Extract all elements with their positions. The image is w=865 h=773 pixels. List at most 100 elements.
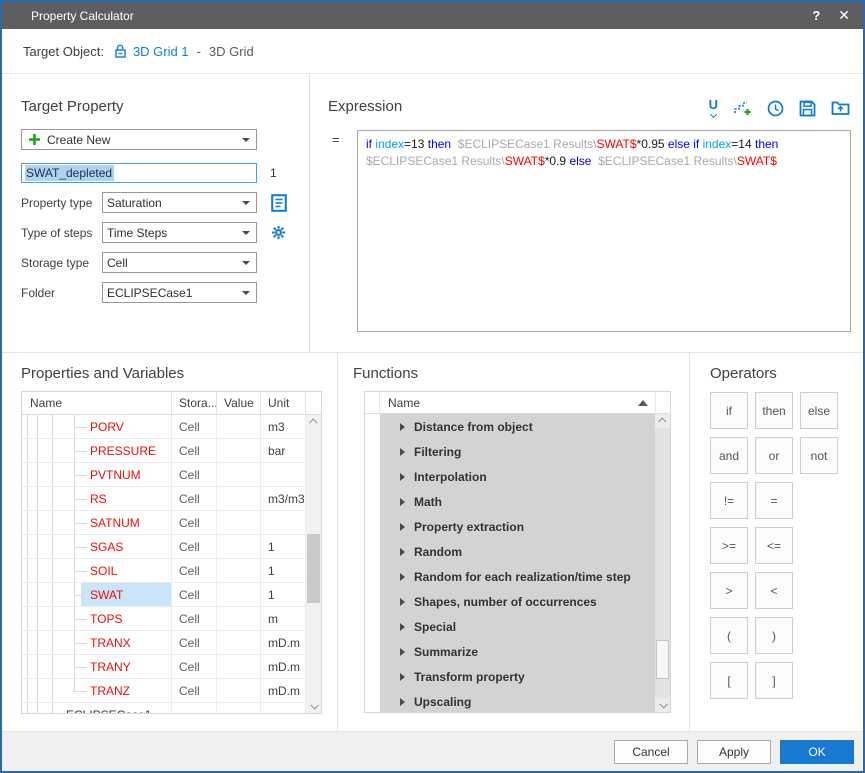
- close-button[interactable]: ✕: [838, 7, 850, 24]
- operator-button-][interactable]: ]: [755, 662, 793, 699]
- operator-button-)[interactable]: ): [755, 617, 793, 654]
- function-category-transform-property[interactable]: Transform property: [380, 664, 655, 689]
- property-type-label: Property type: [21, 196, 102, 210]
- function-category-special[interactable]: Special: [380, 614, 655, 639]
- properties-scrollbar[interactable]: [306, 415, 321, 713]
- operator-button-or[interactable]: or: [755, 437, 793, 474]
- property-row-pvtnum[interactable]: PVTNUMCell: [22, 463, 306, 487]
- target-object-name-link[interactable]: 3D Grid 1: [133, 44, 189, 59]
- target-object-bar: Target Object: 3D Grid 1 - 3D Grid: [2, 29, 863, 74]
- operator-button-[[interactable]: [: [710, 662, 748, 699]
- property-row-sgas[interactable]: SGASCell1: [22, 535, 306, 559]
- folder-value: ECLIPSECase1: [107, 286, 192, 300]
- functions-heading: Functions: [353, 365, 689, 382]
- save-icon[interactable]: [799, 100, 816, 117]
- function-category-label: Distance from object: [414, 420, 533, 434]
- operator-button->=[interactable]: >=: [710, 527, 748, 564]
- function-category-upscaling[interactable]: Upscaling: [380, 689, 655, 712]
- operator-button-<=[interactable]: <=: [755, 527, 793, 564]
- apply-button[interactable]: Apply: [697, 740, 771, 764]
- operator-button-if[interactable]: if: [710, 392, 748, 429]
- property-row-tranx[interactable]: TRANXCellmD.m: [22, 631, 306, 655]
- property-row-soil[interactable]: SOILCell1: [22, 559, 306, 583]
- function-category-filtering[interactable]: Filtering: [380, 439, 655, 464]
- gear-icon[interactable]: [271, 225, 286, 240]
- property-row-pressure[interactable]: PRESSURECellbar: [22, 439, 306, 463]
- function-category-random[interactable]: Random: [380, 539, 655, 564]
- operators-panel: Operators ifthenelseandornot!==>=<=><()[…: [690, 353, 863, 731]
- operator-button->[interactable]: >: [710, 572, 748, 609]
- open-folder-icon[interactable]: [831, 100, 850, 116]
- unlock-icon[interactable]: [114, 44, 127, 58]
- properties-scrollbar-thumb[interactable]: [307, 534, 320, 603]
- function-category-math[interactable]: Math: [380, 489, 655, 514]
- operator-button-not[interactable]: not: [800, 437, 838, 474]
- expression-token: then: [755, 137, 782, 151]
- function-category-interpolation[interactable]: Interpolation: [380, 464, 655, 489]
- create-new-dropdown[interactable]: Create New: [21, 129, 257, 150]
- function-category-random-for-each-realization-time-step[interactable]: Random for each realization/time step: [380, 564, 655, 589]
- expression-token: else: [668, 137, 693, 151]
- function-category-label: Summarize: [414, 645, 478, 659]
- functions-scrollbar[interactable]: [655, 414, 670, 712]
- property-type-dropdown[interactable]: Saturation: [102, 192, 257, 213]
- expand-icon: [400, 673, 405, 681]
- operator-button-then[interactable]: then: [755, 392, 793, 429]
- ok-button[interactable]: OK: [780, 740, 854, 764]
- column-header-storage[interactable]: Stora...: [172, 392, 217, 414]
- property-row-satnum[interactable]: SATNUMCell: [22, 511, 306, 535]
- operator-button-else[interactable]: else: [800, 392, 838, 429]
- function-category-label: Math: [414, 495, 442, 509]
- folder-label: Folder: [21, 286, 102, 300]
- expand-icon: [400, 573, 405, 581]
- operator-button-=[interactable]: =: [755, 482, 793, 519]
- expression-token: else: [569, 154, 594, 168]
- scroll-down-icon[interactable]: [306, 699, 321, 713]
- type-of-steps-dropdown[interactable]: Time Steps: [102, 222, 257, 243]
- function-category-property-extraction[interactable]: Property extraction: [380, 514, 655, 539]
- properties-table-header: Name Stora... Value Unit: [22, 392, 321, 415]
- function-category-label: Upscaling: [414, 695, 471, 709]
- units-icon[interactable]: U: [709, 99, 718, 117]
- add-histogram-icon[interactable]: [733, 100, 752, 117]
- expression-token: $ECLIPSECase1 Results\: [454, 137, 596, 151]
- expression-token: index: [375, 137, 404, 151]
- help-button[interactable]: ?: [812, 8, 820, 23]
- cancel-button[interactable]: Cancel: [614, 740, 688, 764]
- property-row-porv[interactable]: PORVCellm3: [22, 415, 306, 439]
- folder-dropdown[interactable]: ECLIPSECase1: [102, 282, 257, 303]
- column-header-value[interactable]: Value: [217, 392, 261, 414]
- property-row-swat[interactable]: SWATCell1: [22, 583, 306, 607]
- operator-button-<[interactable]: <: [755, 572, 793, 609]
- column-header-unit[interactable]: Unit: [261, 392, 306, 414]
- expression-text[interactable]: if index=13 then $ECLIPSECase1 Results\S…: [357, 130, 851, 332]
- property-row-rs[interactable]: RSCellm3/m3: [22, 487, 306, 511]
- scroll-down-icon[interactable]: [655, 698, 670, 712]
- functions-scrollbar-thumb[interactable]: [656, 640, 669, 679]
- property-row-trany[interactable]: TRANYCellmD.m: [22, 655, 306, 679]
- property-row-tops[interactable]: TOPSCellm: [22, 607, 306, 631]
- function-category-distance-from-object[interactable]: Distance from object: [380, 414, 655, 439]
- operator-button-and[interactable]: and: [710, 437, 748, 474]
- operator-button-!=[interactable]: !=: [710, 482, 748, 519]
- storage-type-dropdown[interactable]: Cell: [102, 252, 257, 273]
- expression-token: if: [693, 137, 702, 151]
- properties-rows: PORVCellm3PRESSURECellbarPVTNUMCellRSCel…: [22, 415, 306, 713]
- functions-column-header-name[interactable]: Name: [380, 392, 655, 413]
- function-category-summarize[interactable]: Summarize: [380, 639, 655, 664]
- expression-token: if: [366, 137, 375, 151]
- template-list-icon[interactable]: [271, 194, 287, 212]
- scroll-up-icon[interactable]: [306, 415, 321, 429]
- function-category-shapes-number-of-occurrences[interactable]: Shapes, number of occurrences: [380, 589, 655, 614]
- property-type-value: Saturation: [107, 196, 162, 210]
- operator-button-([interactable]: (: [710, 617, 748, 654]
- column-header-name[interactable]: Name: [22, 392, 172, 414]
- expression-token: then: [428, 137, 455, 151]
- history-icon[interactable]: [767, 100, 784, 117]
- property-row-clipped[interactable]: ECLIPSECase1: [22, 703, 306, 713]
- target-object-type: 3D Grid: [209, 44, 254, 59]
- target-property-panel: Target Property Create New SWAT_depleted…: [2, 74, 310, 352]
- property-name-input[interactable]: SWAT_depleted: [21, 163, 257, 183]
- scroll-up-icon[interactable]: [655, 414, 670, 428]
- property-row-tranz[interactable]: TRANZCellmD.m: [22, 679, 306, 703]
